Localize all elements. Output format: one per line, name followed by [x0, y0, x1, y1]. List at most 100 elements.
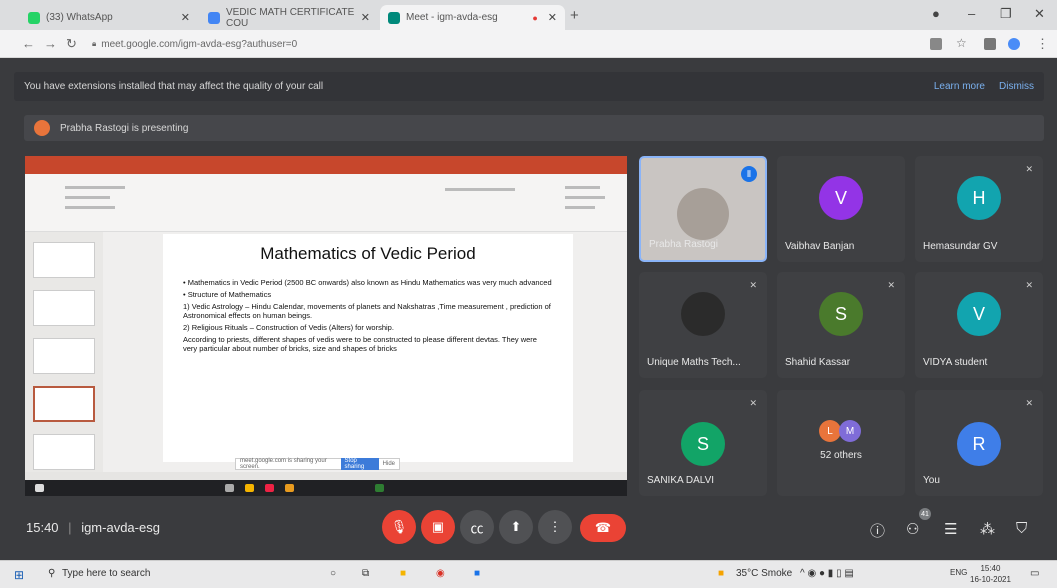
slide-content: Mathematics of Vedic Period • Mathematic… — [163, 234, 573, 462]
close-icon[interactable]: ✕ — [548, 11, 557, 24]
slide-thumbnail[interactable] — [33, 338, 95, 374]
participant-name: Shahid Kassar — [785, 357, 851, 368]
extensions-icon[interactable] — [984, 38, 996, 50]
weather-text: 35°C Smoke — [736, 568, 793, 579]
minimize-icon[interactable]: – — [968, 6, 975, 21]
slide-line: • Mathematics in Vedic Period (2500 BC o… — [183, 278, 552, 287]
meeting-info: 15:40 | igm-avda-esg — [26, 520, 160, 535]
participant-name: VIDYA student — [923, 357, 988, 368]
chat-icon[interactable]: ☰ — [944, 520, 957, 538]
camera-icon[interactable] — [930, 38, 942, 50]
browser-tab-strip: (33) WhatsApp ✕ VEDIC MATH CERTIFICATE C… — [0, 0, 1057, 30]
extensions-banner: You have extensions installed that may a… — [14, 72, 1044, 101]
participant-name: Hemasundar GV — [923, 241, 998, 252]
tab-title: Meet - igm-avda-esg — [406, 12, 498, 23]
browser-toolbar: ← → ↻ 🔒︎ meet.google.com/igm-avda-esg?au… — [0, 30, 1057, 58]
taskbar-search[interactable]: Type here to search — [62, 568, 150, 579]
notification-icon[interactable]: ▭ — [1030, 568, 1039, 579]
participant-tile[interactable]: ✕ Unique Maths Tech... — [639, 272, 767, 378]
leave-call-button[interactable]: ☎︎ — [580, 514, 626, 542]
avatar: H — [957, 176, 1001, 220]
profile-icon[interactable]: ● — [932, 6, 940, 21]
more-options-button[interactable]: ⋮ — [538, 510, 572, 544]
slide-thumbnail[interactable] — [33, 290, 95, 326]
tab-vedic-math[interactable]: VEDIC MATH CERTIFICATE COU ✕ — [200, 5, 378, 30]
system-time: 15:40 — [980, 564, 1001, 573]
search-icon: ⚲ — [48, 568, 56, 579]
activities-icon[interactable]: ⁂ — [980, 520, 995, 538]
language-indicator[interactable]: ENG — [950, 568, 967, 577]
slide-thumbnail[interactable] — [33, 242, 95, 278]
host-controls-icon[interactable]: ⛉ — [1016, 520, 1027, 537]
file-explorer-icon[interactable]: ■ — [400, 568, 406, 579]
tab-meet[interactable]: Meet - igm-avda-esg ● ✕ — [380, 5, 565, 30]
participant-name: Prabha Rastogi — [649, 239, 718, 250]
avatar: R — [957, 422, 1001, 466]
mic-off-icon: ✕ — [749, 398, 757, 408]
slide-thumbnail-selected[interactable] — [33, 386, 95, 422]
close-window-icon[interactable]: ✕ — [1034, 6, 1045, 22]
meet-page: You have extensions installed that may a… — [0, 58, 1057, 560]
info-icon[interactable]: ⓘ — [870, 520, 885, 541]
slide-thumbnail[interactable] — [33, 434, 95, 470]
tray-icons[interactable]: ^ ◉ ● ▮ ▯ ▤ — [800, 568, 854, 579]
chrome-icon[interactable]: ◉ — [436, 568, 445, 579]
participant-tile[interactable]: ✕ S SANIKA DALVI — [639, 390, 767, 496]
new-tab-button[interactable]: + — [570, 7, 579, 24]
reload-icon[interactable]: ↻ — [66, 36, 77, 52]
slide-line: 2) Religious Rituals – Construction of V… — [183, 323, 394, 332]
cortana-icon[interactable]: ○ — [330, 568, 336, 579]
clock-time: 15:40 — [26, 520, 59, 535]
avatar: V — [819, 176, 863, 220]
learn-more-link[interactable]: Learn more — [934, 81, 985, 92]
address-bar[interactable]: 🔒︎ meet.google.com/igm-avda-esg?authuser… — [92, 35, 917, 53]
shared-screen: Mathematics of Vedic Period • Mathematic… — [25, 156, 627, 496]
participant-tile[interactable]: V Vaibhav Banjan — [777, 156, 905, 262]
participant-tile[interactable]: ✕ H Hemasundar GV — [915, 156, 1043, 262]
tab-title: VEDIC MATH CERTIFICATE COU — [226, 6, 355, 29]
system-clock[interactable]: 15:40 16-10-2021 — [970, 563, 1011, 585]
powerpoint-title-bar — [25, 156, 627, 174]
back-icon[interactable]: ← — [22, 36, 35, 51]
windows-start-icon[interactable]: ⊞ — [14, 568, 24, 582]
others-tile[interactable]: L M 52 others — [777, 390, 905, 496]
hide-button[interactable]: Hide — [383, 461, 395, 467]
present-screen-icon: ⬆ — [510, 519, 522, 534]
camera-button[interactable]: ▣ — [421, 510, 455, 544]
close-icon[interactable]: ✕ — [361, 11, 370, 24]
captions-button[interactable]: ㏄ — [460, 510, 494, 544]
banner-text: You have extensions installed that may a… — [24, 81, 324, 92]
mic-button[interactable]: 🎙︎ — [382, 510, 416, 544]
forward-icon[interactable]: → — [44, 36, 57, 51]
windows-taskbar: ⊞ ⚲ Type here to search ○ ⧉ ■ ◉ ■ ■ 35°C… — [0, 560, 1057, 588]
people-icon[interactable]: ⚇ — [906, 520, 919, 538]
mic-off-icon: 🎙︎ — [390, 519, 408, 534]
participant-name: You — [923, 475, 940, 486]
present-button[interactable]: ⬆ — [499, 510, 533, 544]
task-view-icon[interactable]: ⧉ — [362, 568, 369, 579]
maximize-icon[interactable]: ❐ — [1000, 6, 1012, 22]
meeting-code: igm-avda-esg — [81, 520, 160, 535]
app-icon[interactable]: ■ — [474, 568, 480, 579]
dismiss-link[interactable]: Dismiss — [999, 81, 1034, 92]
participant-tile[interactable]: ✕ V VIDYA student — [915, 272, 1043, 378]
menu-icon[interactable]: ⋮ — [1036, 36, 1049, 52]
profile-avatar-icon[interactable] — [1008, 38, 1020, 50]
recording-icon: ● — [532, 12, 538, 23]
close-icon[interactable]: ✕ — [181, 11, 190, 24]
slide-thumbnails — [25, 232, 103, 472]
whatsapp-icon — [28, 11, 40, 24]
more-vert-icon: ⋮ — [548, 519, 562, 534]
participant-name: SANIKA DALVI — [647, 475, 715, 486]
star-icon[interactable]: ☆ — [956, 36, 967, 50]
stop-sharing-button[interactable]: Stop sharing — [340, 458, 379, 470]
presenter-taskbar — [25, 480, 627, 496]
tab-whatsapp[interactable]: (33) WhatsApp ✕ — [20, 5, 198, 30]
doc-icon — [208, 11, 220, 24]
slide-title: Mathematics of Vedic Period — [260, 244, 476, 263]
participant-tile[interactable]: ⦀ Prabha Rastogi — [639, 156, 767, 262]
participant-tile-self[interactable]: ✕ R You — [915, 390, 1043, 496]
mic-off-icon: ✕ — [1025, 398, 1033, 408]
participant-tile[interactable]: ✕ S Shahid Kassar — [777, 272, 905, 378]
speaking-indicator-icon: ⦀ — [741, 166, 757, 182]
